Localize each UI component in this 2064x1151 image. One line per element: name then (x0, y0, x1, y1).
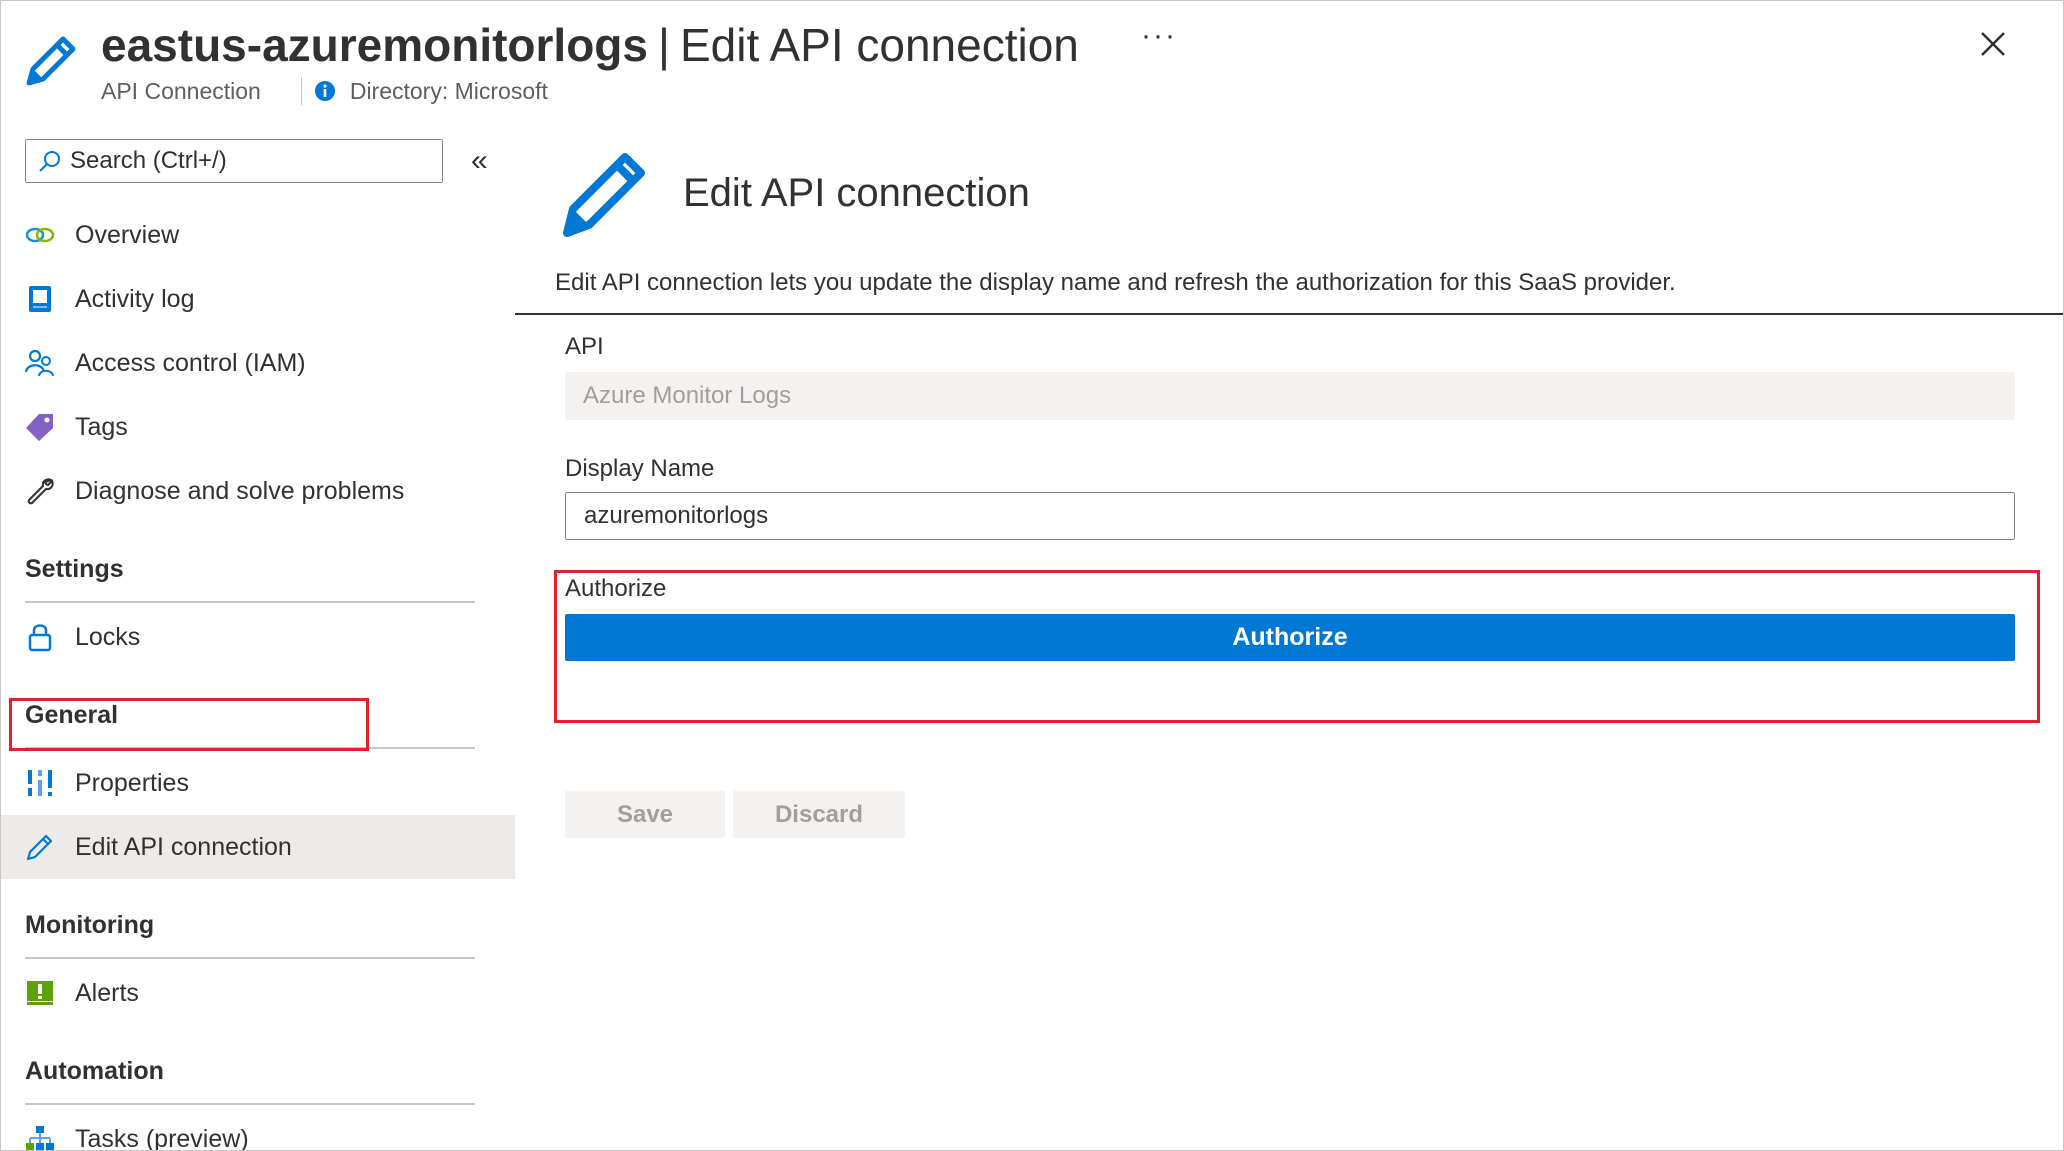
sidebar-item-label: Overview (75, 220, 180, 249)
section-divider (25, 601, 475, 603)
tag-icon (26, 414, 53, 441)
sidebar-item-edit-api-connection[interactable]: Edit API connection (1, 815, 515, 879)
overview-icon (25, 227, 55, 243)
resource-type: API Connection (101, 77, 261, 104)
authorize-button[interactable]: Authorize (565, 614, 2015, 661)
section-title-settings: Settings (25, 555, 124, 583)
display-name-label: Display Name (565, 455, 715, 482)
resource-name: eastus-azuremonitorlogs (101, 19, 648, 71)
sidebar-item-overview[interactable]: Overview (1, 203, 515, 267)
page-title: eastus-azuremonitorlogs | Edit API connect… (101, 15, 1079, 75)
discard-button[interactable]: Discard (733, 791, 905, 838)
pencil-icon (26, 834, 53, 861)
api-label: API (565, 333, 604, 360)
section-divider (25, 747, 475, 749)
activity-log-icon (29, 286, 51, 312)
more-options-button[interactable]: ··· (1141, 19, 1177, 53)
api-field: Azure Monitor Logs (565, 372, 2015, 420)
pencil-icon (563, 153, 645, 237)
section-divider (25, 957, 475, 959)
section-title-monitoring: Monitoring (25, 911, 155, 939)
authorize-label: Authorize (565, 575, 667, 602)
sidebar-item-label: Properties (75, 768, 189, 797)
sidebar-item-label: Activity log (75, 284, 195, 313)
properties-icon (27, 770, 53, 796)
main-content: Edit API connection Edit API connection … (515, 121, 2063, 1150)
edit-api-connection-blade: eastus-azuremonitorlogs | Edit API connect… (0, 0, 2064, 1151)
section-title-automation: Automation (25, 1057, 164, 1085)
save-button[interactable]: Save (565, 791, 725, 838)
section-heading: Edit API connection (683, 171, 1030, 215)
sidebar-item-label: Access control (IAM) (75, 348, 306, 377)
sidebar-item-label: Locks (75, 622, 141, 651)
sidebar-item-label: Edit API connection (75, 832, 292, 861)
collapse-menu-button[interactable]: « (471, 146, 488, 176)
resource-menu: Search (Ctrl+/) « Overview Activity log (1, 121, 515, 1151)
info-icon (314, 81, 335, 101)
section-description: Edit API connection lets you update the … (555, 269, 1676, 296)
sidebar-item-label: Tags (75, 412, 128, 441)
sidebar-item-access-control[interactable]: Access control (IAM) (1, 331, 515, 395)
sidebar-item-tags[interactable]: Tags (1, 395, 515, 459)
sidebar-item-label: Alerts (75, 978, 139, 1007)
sidebar-item-alerts[interactable]: Alerts (1, 961, 515, 1025)
alert-icon (27, 981, 53, 1005)
title-separator: | (658, 19, 670, 71)
search-icon (39, 151, 60, 172)
pencil-icon (26, 36, 76, 86)
search-input[interactable]: Search (Ctrl+/) (25, 139, 443, 183)
blade-subtitle: API Connection Directory: Microsoft (101, 77, 548, 105)
directory-label: Directory: Microsoft (349, 77, 548, 104)
sidebar-item-label: Diagnose and solve problems (75, 476, 405, 505)
tasks-icon (26, 1126, 54, 1150)
section-divider (25, 1103, 475, 1105)
section-title-general: General (25, 701, 119, 729)
sidebar-item-locks[interactable]: Locks (1, 605, 515, 669)
sidebar-item-label: Tasks (preview) (75, 1124, 249, 1151)
display-name-input[interactable]: azuremonitorlogs (565, 492, 2015, 540)
iam-icon (25, 349, 54, 377)
search-placeholder: Search (Ctrl+/) (70, 147, 227, 174)
wrench-icon (27, 478, 54, 505)
lock-icon (28, 624, 52, 652)
blade-title: Edit API connection (679, 19, 1079, 71)
blade-header: eastus-azuremonitorlogs | Edit API connect… (1, 1, 2063, 121)
subtitle-divider (300, 77, 302, 105)
sidebar-item-tasks[interactable]: Tasks (preview) (1, 1107, 515, 1151)
sidebar-item-diagnose[interactable]: Diagnose and solve problems (1, 459, 515, 523)
heading-divider (515, 313, 2063, 315)
sidebar-item-activity-log[interactable]: Activity log (1, 267, 515, 331)
sidebar-item-properties[interactable]: Properties (1, 751, 515, 815)
close-icon[interactable] (1976, 27, 2010, 61)
